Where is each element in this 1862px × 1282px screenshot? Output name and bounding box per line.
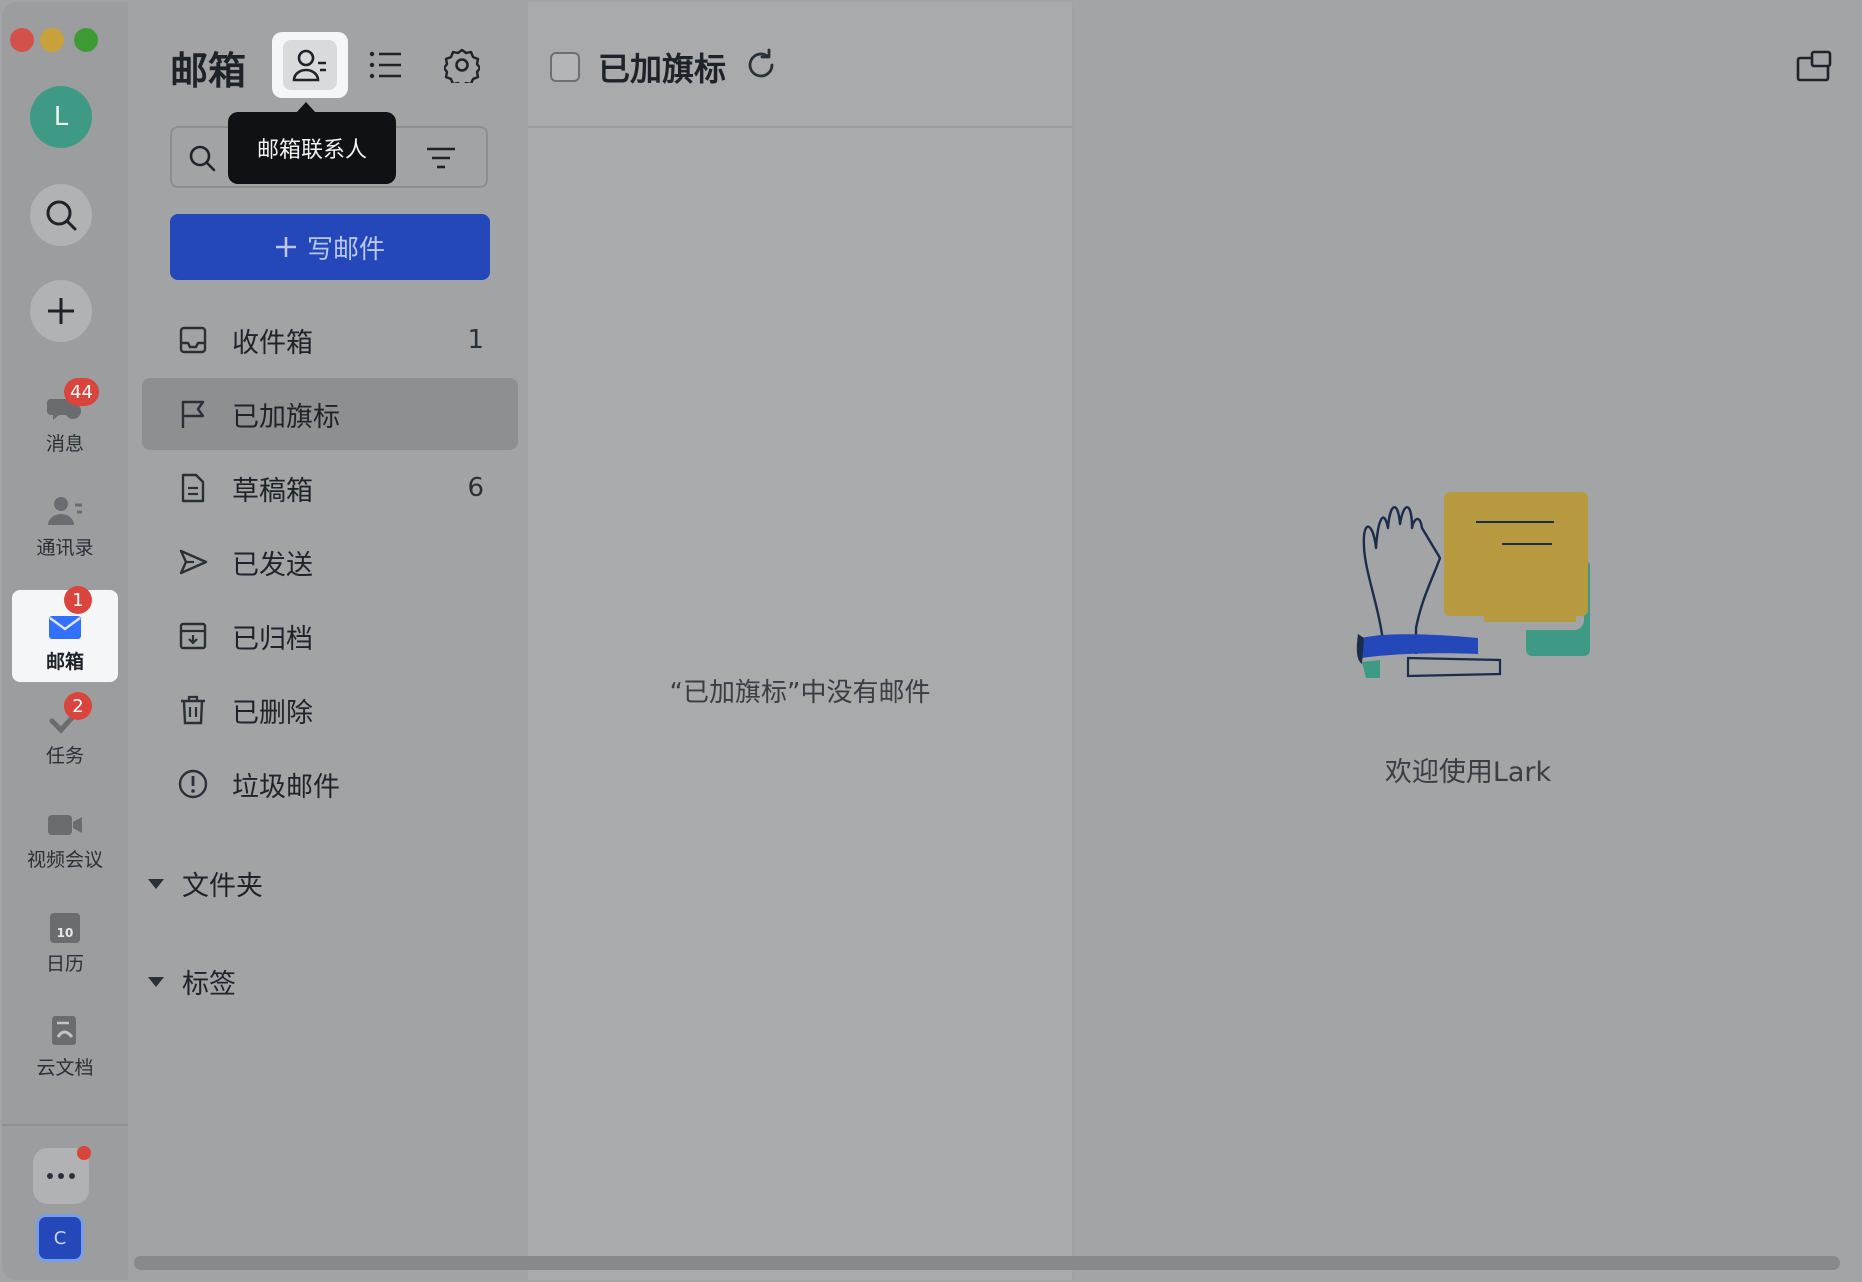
rail-item-messages[interactable]: 消息 44 [12, 376, 118, 464]
app-rail: L 消息 44 通讯录 邮箱 1 任务 2 视频会议 10 日历 云文档 C [2, 2, 128, 1280]
rail-label: 视频会议 [26, 849, 103, 871]
folder-count: 6 [467, 473, 484, 503]
horizontal-scrollbar[interactable] [134, 1256, 1840, 1270]
rail-item-tasks[interactable]: 任务 2 [12, 688, 118, 776]
folder-item-spam[interactable]: 垃圾邮件 [142, 748, 518, 820]
rail-item-mail[interactable]: 邮箱 1 [12, 586, 118, 682]
rail-label: 邮箱 [45, 651, 84, 673]
folder-label: 已归档 [232, 623, 313, 655]
workspace-avatar[interactable]: C [36, 1214, 84, 1262]
minimize-window-button[interactable] [40, 28, 64, 52]
close-window-button[interactable] [10, 28, 34, 52]
tooltip: 邮箱联系人 [228, 102, 396, 184]
document-icon [52, 1016, 76, 1045]
inbox-icon [179, 326, 207, 354]
spam-icon [178, 769, 208, 799]
mail-list-title: 已加旗标 [598, 50, 727, 88]
pop-out-window-icon[interactable] [1796, 50, 1832, 82]
mail-list-header: 已加旗标 [528, 2, 1072, 128]
app-window: L 消息 44 通讯录 邮箱 1 任务 2 视频会议 10 日历 云文档 C 邮… [2, 2, 1860, 1280]
section-folders[interactable]: 文件夹 [148, 864, 263, 903]
rail-label: 云文档 [36, 1057, 94, 1079]
welcome-illustration [1356, 492, 1590, 678]
archive-icon [179, 622, 207, 650]
refresh-icon[interactable] [744, 48, 778, 82]
section-label: 文件夹 [182, 871, 263, 902]
plus-icon [275, 237, 296, 257]
unread-badge: 1 [64, 586, 92, 614]
search-icon [46, 200, 77, 231]
rail-label: 日历 [45, 953, 84, 975]
rail-label: 消息 [45, 433, 84, 455]
folder-label: 收件箱 [232, 327, 313, 359]
unread-badge: 2 [64, 692, 92, 720]
search-icon [189, 145, 216, 172]
rail-divider [2, 1124, 128, 1126]
more-apps-button[interactable] [33, 1146, 91, 1204]
calendar-icon: 10 [50, 913, 80, 943]
section-label: 标签 [182, 969, 236, 1000]
welcome-text: 欢迎使用Lark [1384, 757, 1552, 788]
section-labels[interactable]: 标签 [148, 962, 236, 1001]
folder-count: 1 [467, 325, 484, 355]
more-dots-icon [47, 1173, 75, 1179]
contact-person-icon [292, 49, 326, 82]
mail-contacts-button[interactable] [272, 32, 348, 98]
folder-label: 已加旗标 [232, 401, 340, 433]
global-search-button[interactable] [30, 184, 92, 246]
mail-settings-button[interactable] [424, 32, 500, 98]
folder-item-archive[interactable]: 已归档 [142, 600, 518, 672]
caret-down-icon [148, 878, 164, 889]
send-icon [179, 549, 208, 575]
maximize-window-button[interactable] [74, 28, 98, 52]
folder-item-inbox[interactable]: 收件箱 1 [142, 304, 518, 376]
folder-label: 已发送 [232, 549, 313, 581]
folder-item-sent[interactable]: 已发送 [142, 526, 518, 598]
unread-badge: 44 [64, 378, 99, 406]
folder-item-trash[interactable]: 已删除 [142, 674, 518, 746]
mail-list-pane: 已加旗标 “已加旗标”中没有邮件 [528, 2, 1074, 1280]
caret-down-icon [148, 976, 164, 987]
flag-icon [181, 400, 205, 428]
rail-item-docs[interactable]: 云文档 [12, 1000, 118, 1088]
mail-icon [49, 616, 81, 639]
contacts-icon [48, 497, 82, 525]
trash-icon [181, 695, 205, 725]
mail-folder-pane: 邮箱 邮箱联系人 写邮件 收件箱 1 已加旗标 草稿箱 6 已发送 已归档 已删… [128, 2, 528, 1280]
rail-item-contacts[interactable]: 通讯录 [12, 480, 118, 568]
folder-label: 垃圾邮件 [232, 771, 340, 803]
gear-icon [444, 48, 480, 83]
create-new-button[interactable] [30, 280, 92, 342]
folder-label: 草稿箱 [232, 475, 313, 507]
rail-item-calendar[interactable]: 10 日历 [12, 896, 118, 984]
user-avatar[interactable]: L [30, 86, 92, 148]
calendar-day: 10 [56, 926, 74, 940]
compose-label: 写邮件 [306, 234, 385, 265]
pane-title: 邮箱 [170, 49, 247, 93]
video-camera-icon [48, 815, 82, 835]
compose-button[interactable]: 写邮件 [170, 214, 490, 280]
empty-state-message: “已加旗标”中没有邮件 [669, 678, 931, 708]
rail-label: 任务 [45, 745, 84, 767]
notification-dot [77, 1146, 91, 1160]
rail-item-video-meeting[interactable]: 视频会议 [12, 792, 118, 880]
filter-icon[interactable] [426, 146, 456, 170]
list-icon [369, 51, 401, 79]
plus-icon [48, 298, 74, 324]
reading-pane: 欢迎使用Lark [1074, 2, 1860, 1280]
folder-item-drafts[interactable]: 草稿箱 6 [142, 452, 518, 524]
folder-item-flagged[interactable]: 已加旗标 [142, 378, 518, 450]
rail-label: 通讯录 [36, 537, 94, 559]
select-all-checkbox[interactable] [550, 52, 580, 82]
folder-label: 已删除 [232, 697, 313, 729]
list-view-button[interactable] [348, 32, 424, 98]
draft-icon [181, 473, 205, 503]
